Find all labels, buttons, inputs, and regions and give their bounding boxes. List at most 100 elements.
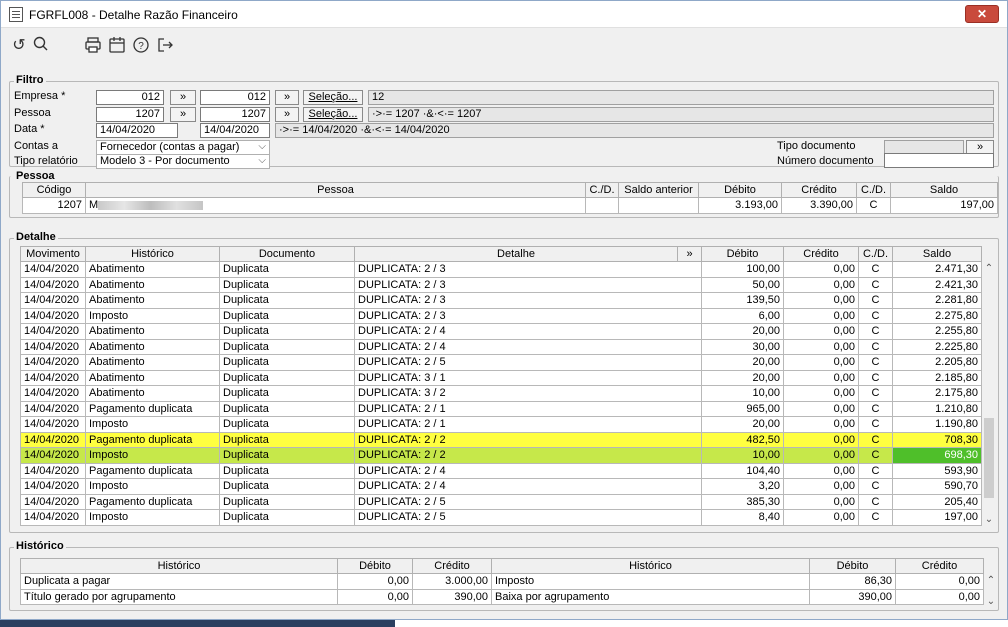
pessoa-to-input[interactable]: 1207 — [200, 107, 270, 122]
exit-icon[interactable] — [155, 36, 175, 56]
cell-historico: Abatimento — [85, 385, 220, 402]
num-doc-label: Número documento — [777, 155, 874, 167]
empresa-from-input[interactable]: 012 — [96, 90, 164, 105]
col-saldo-anterior[interactable]: Saldo anterior — [618, 182, 699, 198]
empresa-range2-button[interactable]: » — [275, 90, 299, 105]
col-saldo[interactable]: Saldo — [890, 182, 998, 198]
cell-credito: 0,00 — [783, 385, 859, 402]
scroll-up-icon[interactable]: ⌃ — [984, 575, 998, 586]
data-to-input[interactable]: 14/04/2020 — [200, 123, 270, 138]
cell-saldo: 197,00 — [892, 509, 982, 526]
table-row[interactable]: 14/04/2020 Imposto Duplicata DUPLICATA: 2 /… — [20, 307, 982, 324]
historico-scrollbar[interactable]: ⌃ ⌄ — [984, 575, 998, 607]
col-debito[interactable]: Débito — [701, 246, 784, 262]
col-debito-1[interactable]: Débito — [337, 558, 413, 574]
toolbar: ↺ ? — [1, 28, 1007, 68]
cell-movimento: 14/04/2020 — [20, 431, 86, 448]
table-row[interactable]: 14/04/2020 Abatimento Duplicata DUPLICATA: … — [20, 338, 982, 355]
table-row[interactable]: Título gerado por agrupamento 0,00 390,00 B… — [20, 588, 984, 605]
table-row[interactable]: 14/04/2020 Imposto Duplicata DUPLICATA: 2 /… — [20, 447, 982, 464]
table-row[interactable]: 14/04/2020 Abatimento Duplicata DUPLICATA: … — [20, 276, 982, 293]
table-row[interactable]: 14/04/2020 Pagamento duplicata Duplicata DU… — [20, 431, 982, 448]
cell-debito: 3,20 — [701, 478, 784, 495]
table-row[interactable]: 14/04/2020 Abatimento Duplicata DUPLICATA: … — [20, 261, 982, 278]
col-saldo[interactable]: Saldo — [892, 246, 982, 262]
cell-detalhe: DUPLICATA: 2 / 5 — [354, 493, 702, 510]
col-debito-2[interactable]: Débito — [809, 558, 896, 574]
cell-debito-2: 86,30 — [809, 573, 896, 590]
cell-historico: Pagamento duplicata — [85, 400, 220, 417]
redacted-name — [98, 200, 204, 210]
table-row[interactable]: 14/04/2020 Imposto Duplicata DUPLICATA: 2 /… — [20, 478, 982, 495]
table-row[interactable]: 14/04/2020 Abatimento Duplicata DUPLICATA: … — [20, 369, 982, 386]
pessoa-range-button[interactable]: » — [170, 107, 196, 122]
empresa-range-button[interactable]: » — [170, 90, 196, 105]
col-cd[interactable]: C./D. — [858, 246, 893, 262]
table-row[interactable]: 14/04/2020 Pagamento duplicata Duplicata DU… — [20, 493, 982, 510]
data-from-input[interactable]: 14/04/2020 — [96, 123, 178, 138]
cell-movimento: 14/04/2020 — [20, 292, 86, 309]
calendar-icon[interactable] — [107, 36, 127, 56]
col-historico-1[interactable]: Histórico — [20, 558, 338, 574]
pessoa-from-input[interactable]: 1207 — [96, 107, 164, 122]
undo-icon[interactable]: ↺ — [9, 36, 29, 56]
cell-movimento: 14/04/2020 — [20, 354, 86, 371]
col-documento[interactable]: Documento — [219, 246, 355, 262]
col-pessoa[interactable]: Pessoa — [85, 182, 586, 198]
cell-credito-1: 390,00 — [412, 588, 492, 605]
col-historico-2[interactable]: Histórico — [491, 558, 810, 574]
table-row[interactable]: 14/04/2020 Abatimento Duplicata DUPLICATA: … — [20, 292, 982, 309]
col-historico[interactable]: Histórico — [85, 246, 220, 262]
cell-debito: 8,40 — [701, 509, 784, 526]
cell-saldo: 698,30 — [892, 447, 982, 464]
empresa-to-input[interactable]: 012 — [200, 90, 270, 105]
contas-select[interactable]: Fornecedor (contas a pagar) ⌵ — [96, 140, 270, 155]
col-movimento[interactable]: Movimento — [20, 246, 86, 262]
scroll-down-icon[interactable]: ⌄ — [982, 514, 996, 525]
col-debito[interactable]: Débito — [698, 182, 782, 198]
cell-credito: 0,00 — [783, 307, 859, 324]
table-row[interactable]: 14/04/2020 Pagamento duplicata Duplicata DU… — [20, 462, 982, 479]
cell-credito: 3.390,00 — [781, 197, 857, 214]
cell-documento: Duplicata — [219, 400, 355, 417]
cell-debito: 482,50 — [701, 431, 784, 448]
col-codigo[interactable]: Código — [22, 182, 86, 198]
scroll-down-icon[interactable]: ⌄ — [984, 596, 998, 607]
cell-saldo: 2.225,80 — [892, 338, 982, 355]
cell-saldo: 2.471,30 — [892, 261, 982, 278]
close-button[interactable]: ✕ — [965, 5, 999, 23]
col-credito-1[interactable]: Crédito — [412, 558, 492, 574]
tipo-rel-select[interactable]: Modelo 3 - Por documento ⌵ — [96, 154, 270, 169]
table-row[interactable]: 14/04/2020 Imposto Duplicata DUPLICATA: 2 /… — [20, 416, 982, 433]
col-cd[interactable]: C./D. — [585, 182, 619, 198]
table-row[interactable]: 14/04/2020 Abatimento Duplicata DUPLICATA: … — [20, 323, 982, 340]
col-cd2[interactable]: C./D. — [856, 182, 891, 198]
scroll-thumb[interactable] — [984, 418, 994, 498]
num-doc-input[interactable] — [884, 153, 994, 168]
col-credito-2[interactable]: Crédito — [895, 558, 984, 574]
data-label: Data * — [14, 123, 45, 135]
empresa-label: Empresa * — [14, 90, 66, 102]
search-icon[interactable] — [31, 36, 51, 56]
print-icon[interactable] — [83, 36, 103, 56]
cell-credito: 0,00 — [783, 369, 859, 386]
expand-columns-button[interactable]: » — [677, 246, 702, 262]
table-row[interactable]: 14/04/2020 Imposto Duplicata DUPLICATA: 2 /… — [20, 509, 982, 526]
cell-detalhe: DUPLICATA: 2 / 1 — [354, 416, 702, 433]
table-row[interactable]: Duplicata a pagar 0,00 3.000,00 Imposto 86,3… — [20, 573, 984, 590]
col-credito[interactable]: Crédito — [783, 246, 859, 262]
col-detalhe[interactable]: Detalhe — [354, 246, 678, 262]
table-row[interactable]: 14/04/2020 Pagamento duplicata Duplicata DU… — [20, 400, 982, 417]
pessoa-range2-button[interactable]: » — [275, 107, 299, 122]
col-credito[interactable]: Crédito — [781, 182, 857, 198]
detalhe-scrollbar[interactable]: ⌃ ⌄ — [982, 263, 996, 525]
help-icon[interactable]: ? — [131, 36, 151, 56]
empresa-selecao-button[interactable]: Seleção... — [303, 90, 363, 105]
pessoa-row[interactable]: 1207 M 3.193,00 3.390,00 C 197,00 — [22, 197, 998, 214]
detalhe-group: Detalhe Movimento Histórico Documento De… — [9, 231, 999, 533]
scroll-up-icon[interactable]: ⌃ — [982, 263, 996, 274]
cell-saldo: 1.190,80 — [892, 416, 982, 433]
table-row[interactable]: 14/04/2020 Abatimento Duplicata DUPLICATA: … — [20, 354, 982, 371]
table-row[interactable]: 14/04/2020 Abatimento Duplicata DUPLICATA: … — [20, 385, 982, 402]
pessoa-selecao-button[interactable]: Seleção... — [303, 107, 363, 122]
